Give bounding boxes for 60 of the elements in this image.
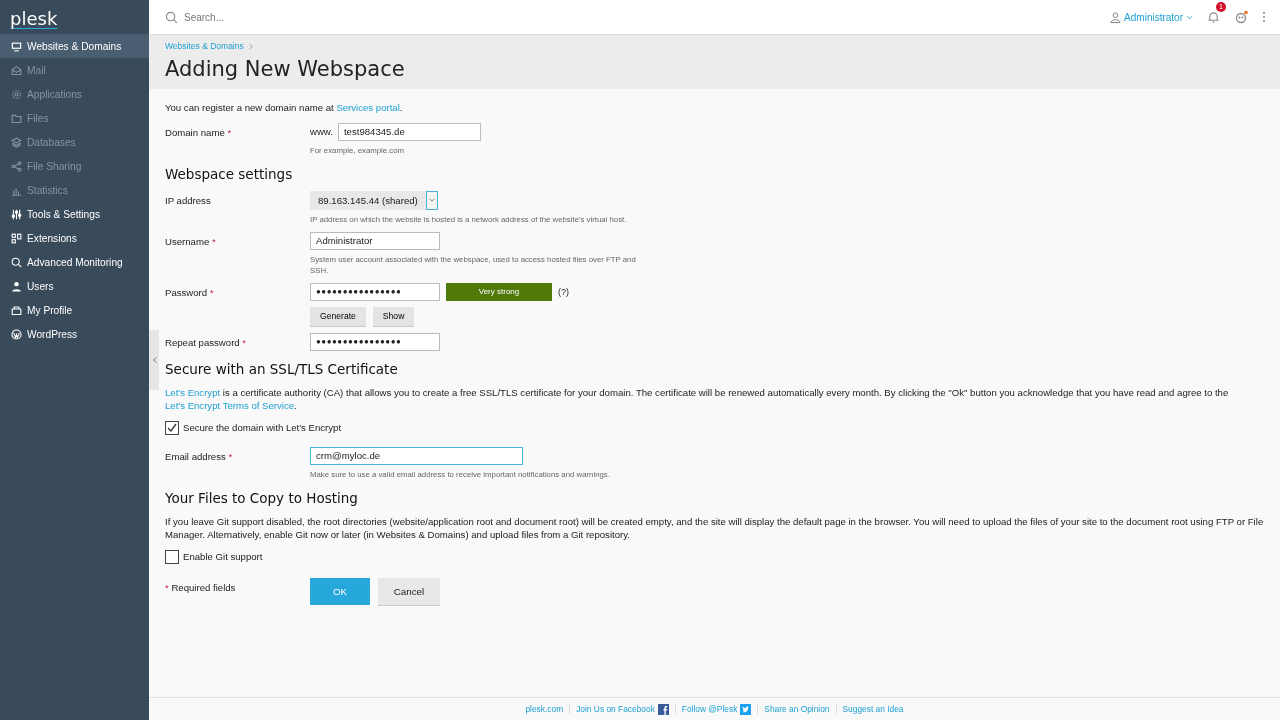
password-input[interactable]: ●●●●●●●●●●●●●●●● bbox=[310, 282, 440, 301]
form-button[interactable]: Cancel bbox=[378, 577, 440, 605]
sidebar-item[interactable]: Websites & Domains bbox=[0, 34, 149, 58]
checkbox[interactable]: Secure the domain with Let's Encrypt bbox=[165, 420, 1264, 435]
user-icon bbox=[11, 280, 22, 292]
bird-icon bbox=[740, 703, 752, 715]
intro-text: You can register a new domain name at Services portal. bbox=[165, 101, 404, 115]
folder-icon bbox=[11, 112, 22, 124]
password-button[interactable]: Show bbox=[372, 306, 415, 326]
ip-select[interactable]: 89.163.145.44 (shared) bbox=[310, 190, 438, 210]
section-heading: Webspace settings bbox=[165, 165, 294, 182]
monitor-icon bbox=[11, 40, 22, 52]
files-description: If you leave Git support disabled, the root directories (website/application root and document root) will be created empty, and the site will display the default page in the browser. You will need to upload the files of your site to the document root using FTP or File Manager. Alternatively, enable Git now or later (in Websites & Domains) and upload files from a Git repository. bbox=[165, 514, 1264, 542]
mail-icon bbox=[11, 64, 22, 76]
search-icon bbox=[165, 10, 178, 24]
more-icon[interactable] bbox=[1262, 11, 1266, 23]
collapse-handle[interactable] bbox=[149, 330, 159, 390]
facebook-icon bbox=[657, 703, 669, 715]
sidebar-item[interactable]: Extensions bbox=[0, 226, 149, 250]
field-label: Email address * bbox=[165, 449, 234, 464]
sidebar-item[interactable]: Advanced Monitoring bbox=[0, 250, 149, 274]
prefix-text: www. bbox=[310, 126, 333, 137]
search-field[interactable]: Search... bbox=[182, 10, 386, 24]
field-label: Password * bbox=[165, 285, 215, 300]
blocks-icon bbox=[11, 232, 22, 244]
chevron-left-icon bbox=[151, 356, 157, 364]
layers-icon bbox=[11, 136, 22, 148]
wordpress-icon bbox=[11, 328, 22, 340]
field-label: IP address bbox=[165, 193, 212, 208]
ssl-description: Let's Encrypt is a certificate authority (CA) that allows you to create a free SSL/TLS certificate for your domain. The certificate will be renewed automatically every month. By clicking the "Ok" button you acknowledge that you have read and agree to the Let's Encrypt Terms of Service. bbox=[165, 385, 1230, 413]
field-label: Domain name * bbox=[165, 125, 233, 140]
section-heading: Secure with an SSL/TLS Certificate bbox=[165, 360, 399, 377]
caret-icon bbox=[1186, 14, 1193, 20]
chevron-right-icon bbox=[248, 42, 253, 50]
password-button[interactable]: Generate bbox=[310, 306, 366, 326]
help-link[interactable]: (?) bbox=[558, 286, 569, 297]
user-icon bbox=[1110, 11, 1122, 23]
sidebar-item[interactable]: My Profile bbox=[0, 298, 149, 322]
sidebar-item[interactable]: Users bbox=[0, 274, 149, 298]
required-note: * Required fields bbox=[165, 580, 237, 595]
field-label: Username * bbox=[165, 234, 217, 249]
sliders-icon bbox=[11, 208, 22, 220]
page-title: Adding New Webspace bbox=[165, 57, 406, 81]
strength-meter: Very strong bbox=[446, 282, 552, 301]
username-input[interactable]: Administrator bbox=[310, 231, 440, 250]
share-icon bbox=[11, 160, 22, 172]
checkbox[interactable]: Enable Git support bbox=[165, 549, 1264, 564]
field-label: Repeat password * bbox=[165, 335, 248, 350]
repeat-password-input[interactable]: ●●●●●●●●●●●●●●●● bbox=[310, 332, 440, 351]
gear-icon bbox=[11, 88, 22, 100]
section-heading: Your Files to Copy to Hosting bbox=[165, 489, 359, 506]
logo[interactable]: plesk bbox=[0, 0, 68, 29]
bell-icon[interactable] bbox=[1207, 10, 1220, 24]
sidebar-item[interactable]: Tools & Settings bbox=[0, 202, 149, 226]
caret-icon bbox=[428, 198, 435, 202]
check-icon bbox=[166, 421, 178, 434]
email-input[interactable]: crm@myloc.de bbox=[310, 446, 523, 465]
sidebar-item[interactable]: WordPress bbox=[0, 322, 149, 346]
search-icon bbox=[11, 256, 22, 268]
domain-input[interactable]: test984345.de bbox=[337, 122, 481, 141]
